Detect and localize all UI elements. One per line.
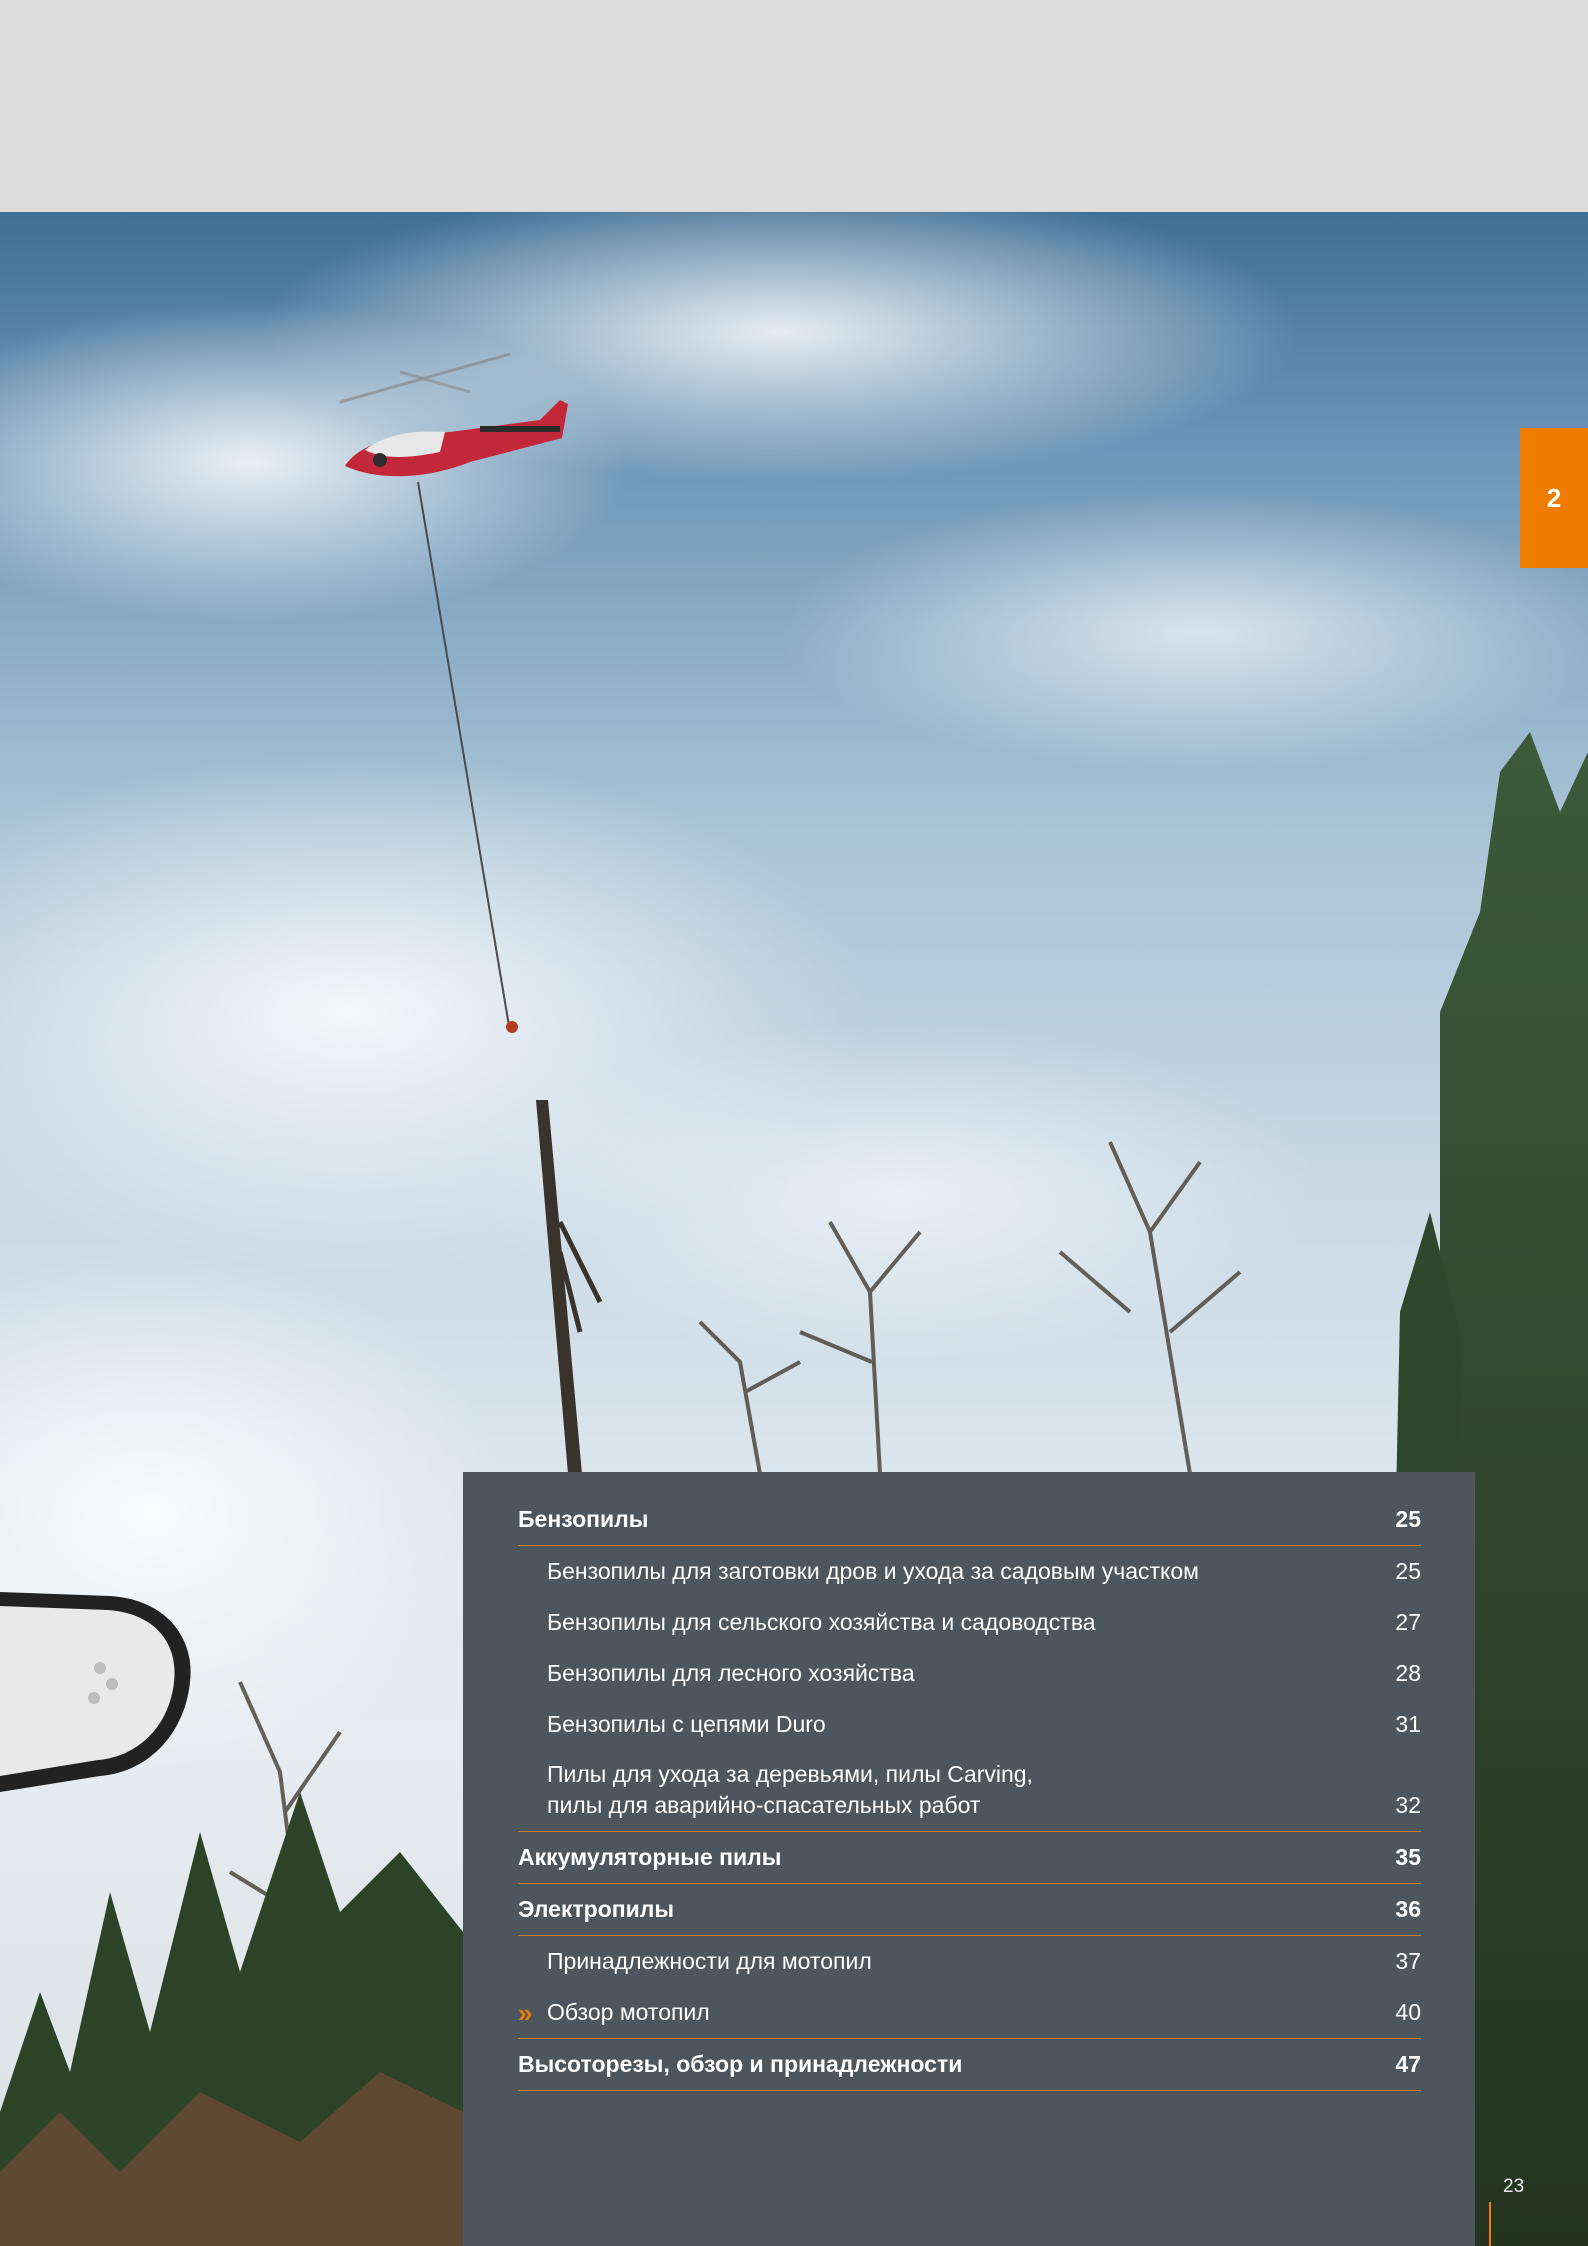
toc-entry-firewood-chainsaws[interactable]: Бензопилы для заготовки дров и ухода за … — [518, 1546, 1421, 1597]
toc-entry-label: Пилы для ухода за деревьями, пилы Carvin… — [547, 1761, 1033, 1818]
toc-entry-page: 28 — [1395, 1660, 1421, 1686]
page-number-rule — [1489, 2202, 1491, 2246]
toc-entry-page: 47 — [1395, 2051, 1421, 2077]
toc-entry-page: 27 — [1395, 1609, 1421, 1635]
toc-entry-page: 32 — [1395, 1792, 1421, 1818]
toc-entry-arborist-chainsaws[interactable]: Пилы для ухода за деревьями, пилы Carvin… — [518, 1750, 1421, 1832]
top-margin-band — [0, 0, 1588, 212]
toc-entry-chainsaws[interactable]: Бензопилы 25 — [518, 1494, 1421, 1546]
toc-entry-page: 25 — [1395, 1558, 1421, 1584]
toc-entry-page: 31 — [1395, 1711, 1421, 1737]
toc-entry-chainsaw-overview[interactable]: » Обзор мотопил 40 — [518, 1987, 1421, 2039]
toc-entry-duro-chainsaws[interactable]: Бензопилы с цепями Duro 31 — [518, 1699, 1421, 1750]
toc-entry-label: Бензопилы для лесного хозяйства — [547, 1660, 915, 1686]
toc-entry-label: Принадлежности для мотопил — [547, 1948, 872, 1974]
toc-entry-page: 25 — [1395, 1506, 1421, 1532]
cloud — [780, 492, 1588, 772]
toc-entry-label: Бензопилы для заготовки дров и ухода за … — [547, 1558, 1199, 1584]
toc-entry-battery-saws[interactable]: Аккумуляторные пилы 35 — [518, 1832, 1421, 1884]
toc-entry-page: 37 — [1395, 1948, 1421, 1974]
toc-list: Бензопилы 25 Бензопилы для заготовки дро… — [518, 1494, 1421, 2091]
cable-hook — [506, 1021, 518, 1033]
table-of-contents-panel: Бензопилы 25 Бензопилы для заготовки дро… — [463, 1472, 1475, 2246]
chapter-tab[interactable]: 2 — [1520, 428, 1588, 568]
toc-entry-page: 36 — [1395, 1896, 1421, 1922]
toc-entry-electric-saws[interactable]: Электропилы 36 — [518, 1884, 1421, 1936]
toc-entry-forestry-chainsaws[interactable]: Бензопилы для лесного хозяйства 28 — [518, 1648, 1421, 1699]
toc-entry-label: Бензопилы с цепями Duro — [547, 1711, 826, 1737]
toc-entry-page: 35 — [1395, 1844, 1421, 1870]
toc-entry-label: Бензопилы для сельского хозяйства и садо… — [547, 1609, 1096, 1635]
toc-entry-pole-pruners[interactable]: Высоторезы, обзор и принадлежности 47 — [518, 2039, 1421, 2091]
page-number: 23 — [1503, 2176, 1525, 2197]
toc-entry-label: Высоторезы, обзор и принадлежности — [518, 2051, 963, 2077]
toc-entry-label: Аккумуляторные пилы — [518, 1844, 782, 1870]
toc-entry-label: Электропилы — [518, 1896, 675, 1922]
toc-entry-chainsaw-accessories[interactable]: Принадлежности для мотопил 37 — [518, 1936, 1421, 1987]
toc-entry-label: Обзор мотопил — [547, 1999, 710, 2025]
toc-entry-label: Бензопилы — [518, 1506, 649, 1532]
toc-entry-page: 40 — [1395, 1999, 1421, 2025]
chevron-right-icon: » — [518, 1998, 533, 2028]
toc-entry-agriculture-chainsaws[interactable]: Бензопилы для сельского хозяйства и садо… — [518, 1597, 1421, 1648]
chapter-number: 2 — [1546, 482, 1562, 513]
lower-forest — [0, 1792, 463, 2246]
